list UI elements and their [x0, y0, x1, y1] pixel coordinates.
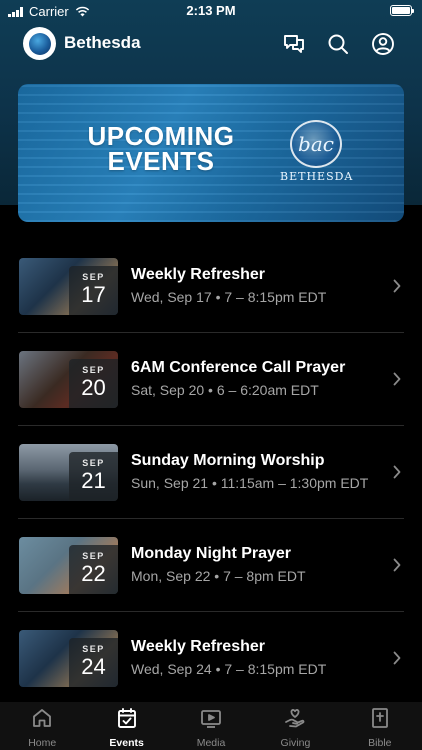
- tab-media[interactable]: Media: [169, 702, 253, 750]
- app-title: Bethesda: [64, 33, 141, 52]
- event-date-badge: SEP 22: [69, 545, 118, 594]
- event-title: Weekly Refresher: [131, 638, 265, 655]
- hand-heart-icon: [284, 707, 306, 729]
- event-title: Sunday Morning Worship: [131, 452, 325, 469]
- chat-icon[interactable]: [282, 32, 306, 56]
- logo-emblem-icon: [28, 32, 51, 55]
- tab-events[interactable]: Events: [84, 702, 168, 750]
- event-thumbnail: SEP 20: [19, 351, 118, 408]
- chevron-right-icon: [393, 651, 401, 665]
- church-logo[interactable]: [23, 27, 56, 60]
- event-row[interactable]: SEP 21 Sunday Morning Worship Sun, Sep 2…: [0, 426, 422, 519]
- event-title: Monday Night Prayer: [131, 545, 292, 562]
- event-datetime: Wed, Sep 17 • 7 – 8:15pm EDT: [131, 289, 327, 305]
- tab-home[interactable]: Home: [0, 702, 84, 750]
- search-icon[interactable]: [326, 32, 350, 56]
- event-row[interactable]: SEP 22 Monday Night Prayer Mon, Sep 22 •…: [0, 519, 422, 612]
- chevron-right-icon: [393, 279, 401, 293]
- chevron-right-icon: [393, 465, 401, 479]
- bible-cross-icon: [369, 707, 391, 729]
- play-icon: [200, 707, 222, 729]
- event-title: Weekly Refresher: [131, 266, 265, 283]
- bethesda-emblem-icon: bac: [290, 120, 342, 168]
- event-date-badge: SEP 20: [69, 359, 118, 408]
- upcoming-events-banner[interactable]: UPCOMING EVENTS bac BETHESDA: [18, 84, 404, 222]
- tab-bar: Home Events Media Giving Bible: [0, 702, 422, 750]
- events-list: SEP 17 Weekly Refresher Wed, Sep 17 • 7 …: [0, 240, 422, 705]
- event-row[interactable]: SEP 20 6AM Conference Call Prayer Sat, S…: [0, 333, 422, 426]
- event-thumbnail: SEP 24: [19, 630, 118, 687]
- event-date-badge: SEP 21: [69, 452, 118, 501]
- app-header: Bethesda: [0, 24, 422, 64]
- event-datetime: Wed, Sep 24 • 7 – 8:15pm EDT: [131, 661, 327, 677]
- banner-title: UPCOMING EVENTS: [87, 121, 235, 176]
- tab-bible[interactable]: Bible: [338, 702, 422, 750]
- battery-icon: [390, 5, 414, 16]
- event-thumbnail: SEP 17: [19, 258, 118, 315]
- event-datetime: Sat, Sep 20 • 6 – 6:20am EDT: [131, 382, 319, 398]
- chevron-right-icon: [393, 558, 401, 572]
- event-row[interactable]: SEP 24 Weekly Refresher Wed, Sep 24 • 7 …: [0, 612, 422, 705]
- event-row[interactable]: SEP 17 Weekly Refresher Wed, Sep 17 • 7 …: [0, 240, 422, 333]
- tab-giving[interactable]: Giving: [253, 702, 337, 750]
- calendar-check-icon: [116, 707, 138, 729]
- status-bar: Carrier 2:13 PM: [0, 0, 422, 22]
- chevron-right-icon: [393, 372, 401, 386]
- status-time: 2:13 PM: [186, 3, 236, 18]
- event-thumbnail: SEP 22: [19, 537, 118, 594]
- event-date-badge: SEP 17: [69, 266, 118, 315]
- event-date-badge: SEP 24: [69, 638, 118, 687]
- banner-brand: BETHESDA: [280, 170, 354, 183]
- event-datetime: Mon, Sep 22 • 7 – 8pm EDT: [131, 568, 306, 584]
- event-thumbnail: SEP 21: [19, 444, 118, 501]
- home-icon: [31, 707, 53, 729]
- event-title: 6AM Conference Call Prayer: [131, 359, 346, 376]
- event-datetime: Sun, Sep 21 • 11:15am – 1:30pm EDT: [131, 475, 369, 491]
- account-icon[interactable]: [371, 32, 395, 56]
